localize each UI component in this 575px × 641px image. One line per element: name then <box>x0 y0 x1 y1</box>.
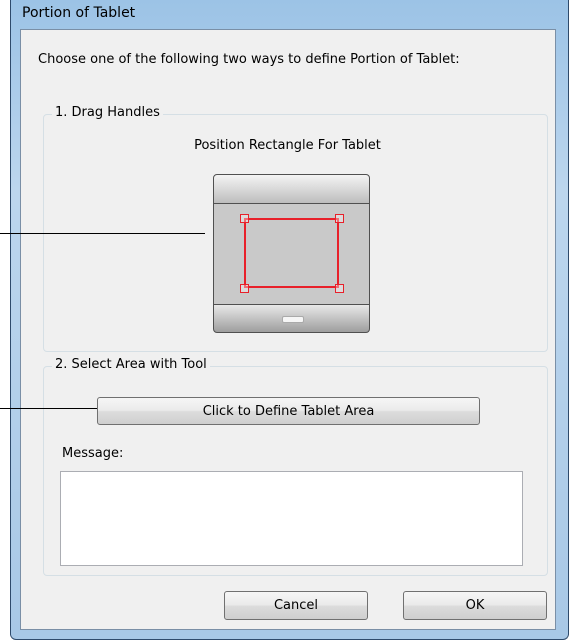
tablet-diagram <box>213 174 370 333</box>
resize-handle-bottom-left[interactable] <box>240 284 249 293</box>
resize-handle-bottom-right[interactable] <box>335 284 344 293</box>
window-title: Portion of Tablet <box>22 5 136 21</box>
drag-handles-group-title: 1. Drag Handles <box>52 105 163 120</box>
select-area-group-title: 2. Select Area with Tool <box>52 357 210 372</box>
message-field <box>60 471 523 566</box>
cancel-button[interactable]: Cancel <box>224 591 368 620</box>
resize-handle-top-right[interactable] <box>335 214 344 223</box>
tablet-top-panel <box>213 174 370 204</box>
ok-button[interactable]: OK <box>403 591 547 620</box>
tablet-bottom-panel <box>213 304 370 333</box>
tablet-area-rectangle[interactable] <box>244 218 339 288</box>
resize-handle-top-left[interactable] <box>240 214 249 223</box>
tablet-caption: Position Rectangle For Tablet <box>194 138 381 153</box>
message-label: Message: <box>62 446 124 461</box>
callout-line-drag-handles <box>0 233 205 234</box>
callout-line-define-button <box>0 408 97 409</box>
instruction-text: Choose one of the following two ways to … <box>38 52 460 67</box>
tablet-button-icon <box>282 316 304 323</box>
define-tablet-area-button[interactable]: Click to Define Tablet Area <box>97 397 480 425</box>
